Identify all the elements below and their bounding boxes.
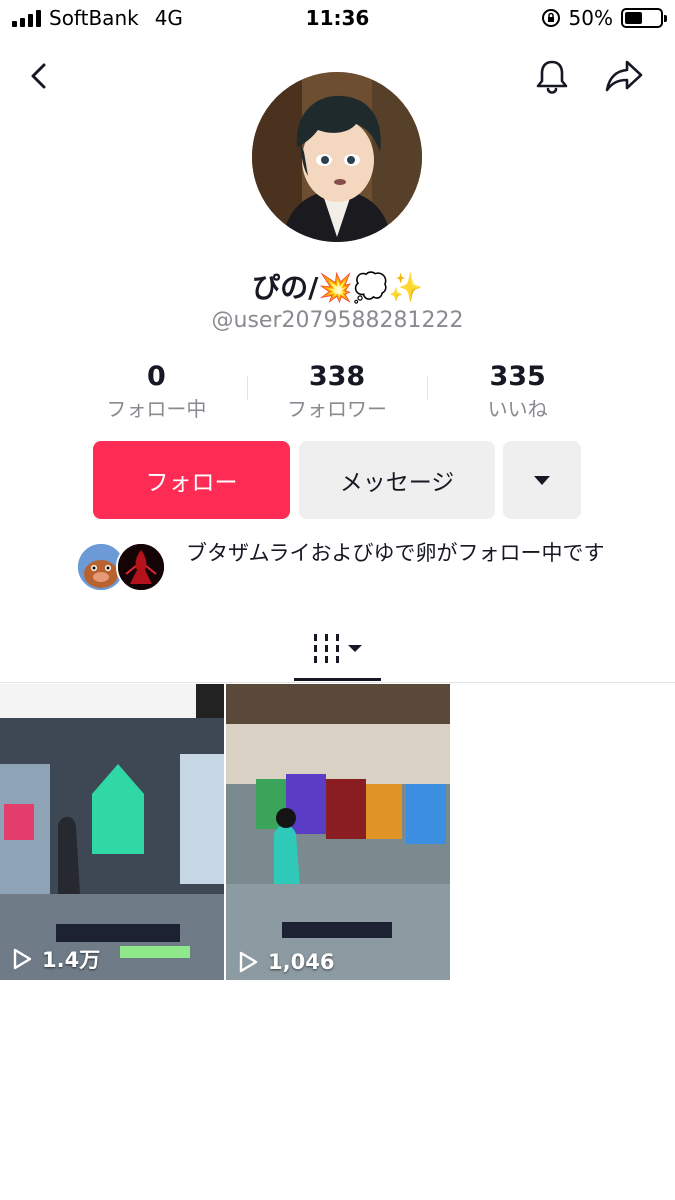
bell-icon: [536, 60, 568, 94]
view-count: 1.4万: [10, 944, 100, 974]
display-name: ぴの/💥💭✨: [252, 271, 423, 304]
view-count-value: 1.4万: [42, 948, 101, 972]
follow-button[interactable]: フォロー: [93, 441, 290, 519]
mutual-avatar: [116, 542, 166, 592]
followers-label: フォロワー: [287, 397, 387, 421]
share-arrow-icon: [605, 60, 643, 92]
view-count: 1,046: [236, 950, 334, 974]
rotation-lock-icon: [541, 9, 560, 27]
tab-divider: [0, 682, 675, 683]
back-button[interactable]: [16, 52, 64, 100]
avatar-image: [252, 72, 422, 242]
likes-count: 335: [489, 361, 546, 392]
battery-icon: [621, 8, 667, 28]
play-icon: [13, 948, 32, 970]
message-button[interactable]: メッセージ: [299, 441, 495, 519]
battery-level: [625, 12, 642, 24]
dark-red-figure-image: [118, 544, 164, 590]
chevron-left-icon: [31, 63, 46, 89]
stat-followers[interactable]: 338 フォロワー: [246, 360, 428, 424]
game-thumbnail-image: [226, 684, 450, 980]
followed-by-row[interactable]: ブタザムライおよびゆで卵がフォロー中です: [76, 538, 616, 598]
tab-active-indicator: [294, 678, 381, 681]
likes-label: いいね: [487, 397, 548, 421]
grid-dropdown-icon: [313, 634, 362, 663]
status-bar: SoftBank 4G 11:36 50%: [0, 0, 675, 38]
stat-likes[interactable]: 335 いいね: [427, 360, 608, 424]
followers-count: 338: [308, 361, 366, 392]
following-label: フォロー中: [106, 397, 207, 421]
play-icon: [239, 951, 258, 973]
status-right: 50%: [541, 6, 667, 30]
profile-avatar[interactable]: [252, 72, 422, 242]
game-thumbnail-image: [0, 684, 224, 980]
video-thumbnail[interactable]: 1,046: [226, 684, 450, 980]
profile-stats: 0 フォロー中 338 フォロワー 335 いいね: [66, 360, 608, 424]
video-thumbnail[interactable]: 1.4万: [0, 684, 224, 980]
caret-down-icon: [534, 475, 550, 485]
share-button[interactable]: [600, 52, 648, 100]
followed-by-text: ブタザムライおよびゆで卵がフォロー中です: [186, 541, 605, 565]
tab-videos[interactable]: [294, 620, 381, 680]
battery-percent: 50%: [568, 6, 613, 30]
following-count: 0: [146, 361, 166, 392]
notification-button[interactable]: [528, 52, 576, 100]
stat-following[interactable]: 0 フォロー中: [66, 360, 247, 424]
suggested-accounts-button[interactable]: [503, 441, 581, 519]
view-count-value: 1,046: [268, 950, 335, 974]
username: @user2079588281222: [211, 308, 464, 333]
